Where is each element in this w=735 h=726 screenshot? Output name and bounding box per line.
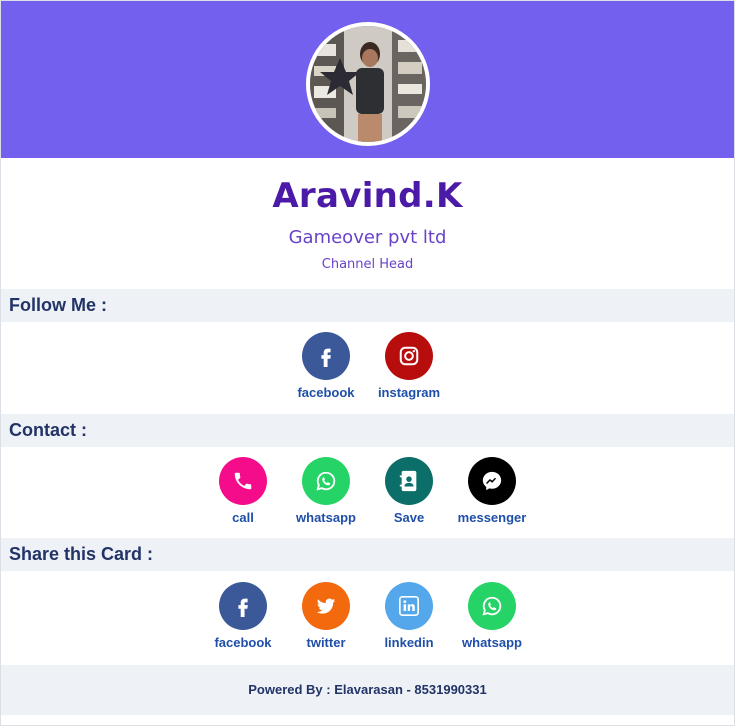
call-button[interactable]: call [219, 457, 267, 538]
share-whatsapp-label: whatsapp [462, 635, 522, 650]
company-name: Gameover pvt ltd [288, 227, 447, 248]
share-facebook-button[interactable]: facebook [214, 582, 272, 650]
follow-facebook-label: facebook [297, 385, 355, 400]
contact-section-title: Contact : [1, 414, 734, 447]
call-label: call [232, 510, 254, 525]
job-title: Channel Head [321, 257, 414, 272]
facebook-icon [302, 332, 350, 380]
contact-book-icon [385, 457, 433, 505]
share-linkedin-button[interactable]: linkedin [384, 582, 434, 650]
instagram-icon [385, 332, 433, 380]
messenger-button[interactable]: messenger [458, 457, 526, 538]
footer-powered-by: Powered By : Elavarasan - 8531990331 [1, 665, 734, 715]
contact-whatsapp-button[interactable]: whatsapp [296, 457, 356, 538]
card-header [1, 1, 734, 158]
follow-icons-row: facebook instagram [1, 322, 734, 414]
save-contact-button[interactable]: Save [385, 457, 433, 538]
avatar [306, 22, 430, 146]
profile-photo [310, 26, 426, 142]
facebook-icon [219, 582, 267, 630]
contact-whatsapp-label: whatsapp [296, 510, 356, 525]
messenger-icon [468, 457, 516, 505]
messenger-label: messenger [457, 510, 527, 525]
business-card: Aravind.K Gameover pvt ltd Channel Head … [0, 0, 735, 726]
follow-facebook-button[interactable]: facebook [297, 332, 355, 414]
follow-instagram-label: instagram [377, 385, 441, 400]
share-linkedin-label: linkedin [384, 635, 434, 650]
whatsapp-icon [468, 582, 516, 630]
follow-section-title: Follow Me : [1, 289, 734, 322]
save-label: Save [393, 510, 425, 525]
linkedin-icon [385, 582, 433, 630]
share-twitter-label: twitter [306, 635, 346, 650]
share-facebook-label: facebook [214, 635, 272, 650]
contact-icons-row: call whatsapp Save messenger [1, 447, 734, 538]
profile-name: Aravind.K [272, 176, 463, 216]
whatsapp-icon [302, 457, 350, 505]
share-icons-row: facebook twitter linkedin whatsapp [1, 571, 734, 650]
share-section-title: Share this Card : [1, 538, 734, 571]
follow-instagram-button[interactable]: instagram [378, 332, 440, 414]
share-twitter-button[interactable]: twitter [302, 582, 350, 650]
share-whatsapp-button[interactable]: whatsapp [462, 582, 522, 650]
phone-icon [219, 457, 267, 505]
twitter-icon [302, 582, 350, 630]
